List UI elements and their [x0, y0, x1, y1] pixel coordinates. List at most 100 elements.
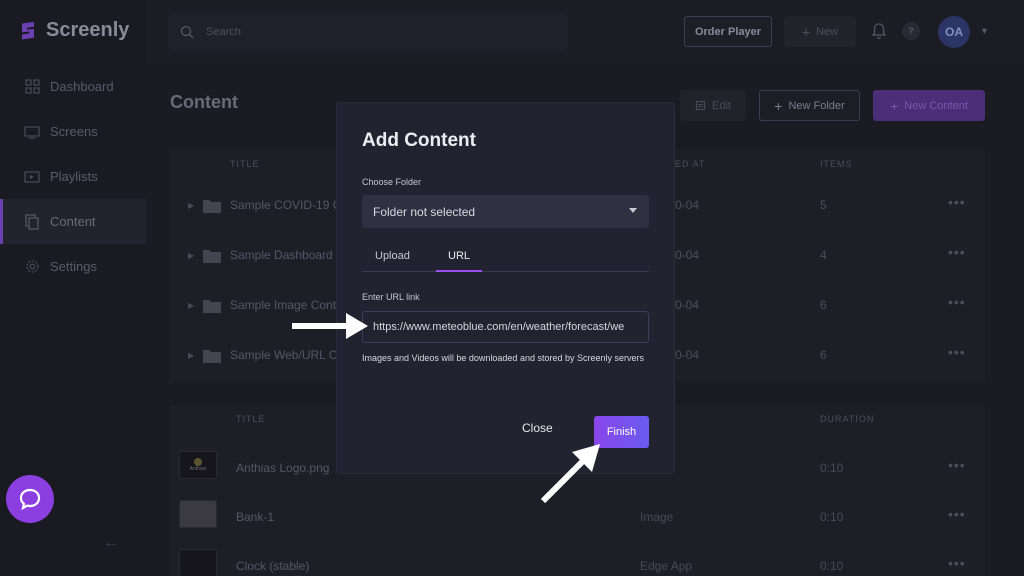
- sidebar-item-content[interactable]: Content: [0, 199, 146, 244]
- column-header-items: ITEMS: [820, 159, 853, 169]
- bell-icon[interactable]: [870, 22, 888, 40]
- modal-title: Add Content: [362, 130, 476, 151]
- folder-date: 0-04: [675, 298, 700, 312]
- more-options-icon[interactable]: •••: [948, 244, 966, 260]
- column-header-created: ED AT: [675, 159, 706, 169]
- file-thumbnail: [179, 549, 217, 576]
- content-source-tabs: Upload URL: [362, 240, 649, 272]
- url-input[interactable]: [362, 311, 649, 343]
- top-bar: Order Player + New ? OA ▼: [146, 0, 1024, 64]
- folder-name: Sample COVID-19 C: [230, 198, 342, 212]
- new-content-label: New Content: [904, 99, 968, 112]
- folder-icon: [203, 250, 221, 263]
- expand-icon[interactable]: ▶: [188, 301, 194, 310]
- new-button[interactable]: + New: [784, 16, 856, 47]
- active-tab-indicator: [436, 270, 482, 272]
- folder-select[interactable]: Folder not selected: [362, 195, 649, 228]
- annotation-arrow-up-icon: [540, 444, 600, 504]
- new-content-button[interactable]: + New Content: [873, 90, 985, 121]
- sidebar-item-label: Settings: [50, 259, 97, 274]
- plus-icon: +: [774, 97, 783, 114]
- sidebar-item-label: Screens: [50, 124, 98, 139]
- close-button[interactable]: Close: [522, 421, 553, 435]
- more-options-icon[interactable]: •••: [948, 506, 966, 522]
- edit-icon: [695, 100, 706, 111]
- help-button[interactable]: ?: [902, 22, 920, 40]
- chat-support-button[interactable]: [6, 475, 54, 523]
- url-label: Enter URL link: [362, 292, 420, 302]
- file-duration: 0:10: [820, 461, 844, 475]
- order-player-button[interactable]: Order Player: [684, 16, 772, 47]
- search-icon: [180, 25, 194, 39]
- expand-icon[interactable]: ▶: [188, 201, 194, 210]
- sidebar-item-dashboard[interactable]: Dashboard: [0, 64, 146, 109]
- more-options-icon[interactable]: •••: [948, 294, 966, 310]
- file-type: Image: [640, 510, 674, 524]
- search-input[interactable]: [206, 26, 506, 38]
- tab-upload[interactable]: Upload: [375, 250, 410, 262]
- file-thumbnail: Anthias: [179, 451, 217, 479]
- folder-date: 0-04: [675, 348, 700, 362]
- sidebar-item-label: Playlists: [50, 169, 98, 184]
- search-box[interactable]: [168, 14, 568, 50]
- app-name: Screenly: [46, 18, 130, 41]
- download-hint-text: Images and Videos will be downloaded and…: [362, 353, 644, 363]
- folder-date: 0-04: [675, 248, 700, 262]
- column-header-title: TITLE: [236, 414, 266, 424]
- new-folder-button[interactable]: + New Folder: [759, 90, 860, 121]
- column-header-title: TITLE: [230, 159, 260, 169]
- plus-icon: +: [890, 97, 899, 114]
- folder-items-count: 5: [820, 198, 827, 212]
- user-avatar[interactable]: OA: [938, 16, 970, 48]
- folder-name: Sample Dashboard: [230, 248, 333, 262]
- file-type: Edge App: [640, 559, 693, 573]
- more-options-icon[interactable]: •••: [948, 194, 966, 210]
- sidebar-nav: Dashboard Screens Playlists Content Sett…: [0, 64, 146, 289]
- sidebar-item-playlists[interactable]: Playlists: [0, 154, 146, 199]
- folder-icon: [203, 200, 221, 213]
- caret-down-icon: [629, 208, 637, 213]
- more-options-icon[interactable]: •••: [948, 344, 966, 360]
- chat-icon: [19, 488, 41, 511]
- folder-name: Sample Web/URL C: [230, 348, 338, 362]
- expand-icon[interactable]: ▶: [188, 251, 194, 260]
- gear-icon: [24, 259, 40, 275]
- annotation-arrow-right-icon: [292, 313, 368, 339]
- more-options-icon[interactable]: •••: [948, 457, 966, 473]
- folder-items-count: 4: [820, 248, 827, 262]
- collapse-sidebar-button[interactable]: ←: [100, 532, 122, 554]
- new-folder-label: New Folder: [788, 99, 845, 112]
- choose-folder-label: Choose Folder: [362, 177, 422, 187]
- content-icon: [24, 213, 40, 230]
- table-row[interactable]: Clock (stable) Edge App 0:10 •••: [170, 543, 985, 576]
- edit-button[interactable]: Edit: [680, 90, 746, 121]
- folder-icon: [203, 300, 221, 313]
- chevron-down-icon[interactable]: ▼: [980, 26, 989, 36]
- folder-items-count: 6: [820, 298, 827, 312]
- folder-select-value: Folder not selected: [373, 204, 476, 219]
- file-name: Clock (stable): [236, 559, 310, 573]
- folder-date: 0-04: [675, 198, 700, 212]
- file-duration: 0:10: [820, 510, 844, 524]
- app-logo[interactable]: Screenly: [18, 18, 129, 42]
- new-button-label: New: [816, 25, 839, 38]
- screenly-logo-icon: [22, 21, 34, 40]
- file-thumbnail: [179, 500, 217, 528]
- more-options-icon[interactable]: •••: [948, 555, 966, 571]
- file-name: Bank-1: [236, 510, 275, 524]
- tab-url[interactable]: URL: [448, 250, 470, 262]
- page-title: Content: [170, 92, 238, 112]
- anthias-logo-icon: [194, 458, 202, 466]
- dashboard-icon: [24, 79, 40, 95]
- playlist-icon: [24, 169, 40, 185]
- edit-label: Edit: [712, 99, 731, 112]
- screen-icon: [24, 124, 40, 140]
- sidebar-item-settings[interactable]: Settings: [0, 244, 146, 289]
- thumbnail-label: Anthias: [189, 466, 207, 472]
- column-header-duration: DURATION: [820, 414, 875, 424]
- folder-items-count: 6: [820, 348, 827, 362]
- sidebar-item-screens[interactable]: Screens: [0, 109, 146, 154]
- add-content-modal: Add Content Choose Folder Folder not sel…: [336, 102, 675, 474]
- sidebar-item-label: Dashboard: [50, 79, 114, 94]
- expand-icon[interactable]: ▶: [188, 351, 194, 360]
